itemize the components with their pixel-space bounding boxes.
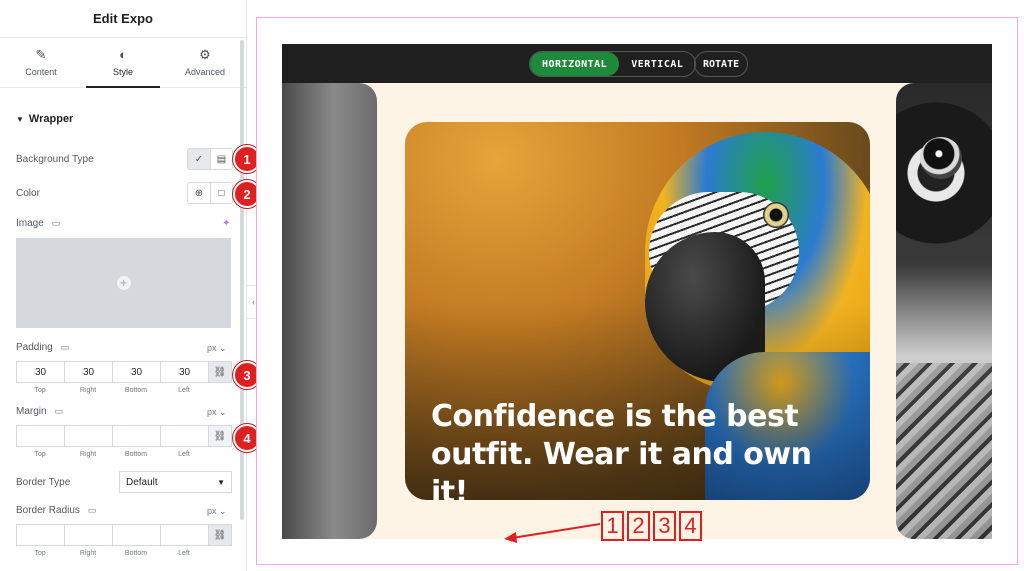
horizontal-button[interactable]: HORIZONTAL [530, 52, 620, 76]
margin-right-input[interactable] [64, 425, 112, 447]
padding-label: Padding ▭ [16, 342, 70, 353]
expo-widget: HORIZONTAL VERTICAL ROTATE Confidence is… [282, 44, 992, 539]
feathers-image [896, 363, 992, 539]
desktop-icon[interactable]: ▭ [52, 218, 61, 229]
color-label: Color [16, 188, 40, 199]
border-radius-inputs: Top Right Bottom Left ⛓ [16, 524, 232, 557]
background-type-control: ✓ ▤ [187, 148, 233, 170]
panel-title: Edit Expo [0, 0, 246, 38]
margin-link-icon[interactable]: ⛓ [208, 425, 232, 447]
tab-content[interactable]: ✎ Content [0, 38, 82, 87]
padding-bottom-input[interactable]: 30 [112, 361, 160, 383]
panel-tabs: ✎ Content ◐ Style ⚙ Advanced [0, 38, 246, 88]
annotation-number-4: 4 [679, 511, 702, 541]
prev-slide-image[interactable] [282, 83, 377, 539]
padding-inputs: 30 Top 30 Right 30 Bottom 30 Left ⛓ [16, 361, 232, 394]
radius-right-input[interactable] [64, 524, 112, 546]
border-type-label: Border Type [16, 477, 71, 488]
annotation-number-3: 3 [653, 511, 676, 541]
editor-panel: Edit Expo ✎ Content ◐ Style ⚙ Advanced ▼… [0, 0, 247, 571]
expo-toolbar: HORIZONTAL VERTICAL ROTATE [282, 44, 992, 83]
padding-right-input[interactable]: 30 [64, 361, 112, 383]
color-swatch[interactable]: □ [210, 183, 232, 203]
annotation-number-1: 1 [601, 511, 624, 541]
padding-unit-select[interactable]: px ⌄ [207, 343, 227, 354]
chevron-down-icon: ▼ [217, 477, 225, 487]
parrot-eye-image [763, 202, 789, 228]
margin-bottom-input[interactable] [112, 425, 160, 447]
border-type-select[interactable]: Default ▼ [119, 471, 232, 493]
active-slide-card[interactable]: Confidence is the best outfit. Wear it a… [405, 122, 870, 500]
gear-icon: ⚙ [199, 47, 211, 62]
padding-top-input[interactable]: 30 [16, 361, 64, 383]
tab-style-label: Style [112, 67, 133, 77]
desktop-icon[interactable]: ▭ [88, 505, 97, 516]
border-radius-unit-select[interactable]: px ⌄ [207, 506, 227, 517]
radius-link-icon[interactable]: ⛓ [208, 524, 232, 546]
desktop-icon[interactable]: ▭ [55, 406, 64, 417]
plus-icon: + [116, 276, 131, 290]
image-label: Image ▭ [16, 218, 61, 229]
border-radius-label: Border Radius ▭ [16, 505, 97, 516]
margin-inputs: Top Right Bottom Left ⛓ [16, 425, 232, 458]
section-wrapper-title: Wrapper [28, 113, 74, 125]
color-control: ⊕ □ [187, 182, 233, 204]
padding-link-icon[interactable]: ⛓ [208, 361, 232, 383]
ai-sparkle-icon[interactable]: ✦ [222, 218, 230, 229]
tab-advanced[interactable]: ⚙ Advanced [164, 38, 246, 87]
half-circle-icon: ◐ [119, 47, 127, 62]
rotate-button[interactable]: ROTATE [694, 51, 749, 77]
tab-style[interactable]: ◐ Style [82, 38, 164, 88]
margin-left-input[interactable] [160, 425, 208, 447]
caret-down-icon: ▼ [16, 114, 24, 124]
radius-bottom-input[interactable] [112, 524, 160, 546]
margin-label: Margin ▭ [16, 406, 64, 417]
globe-icon[interactable]: ⊕ [188, 183, 210, 203]
orientation-toggle: HORIZONTAL VERTICAL [529, 51, 697, 77]
gradient-icon[interactable]: ▤ [210, 149, 232, 169]
parrot-eye-image [920, 137, 962, 179]
tab-content-label: Content [25, 67, 57, 77]
brush-icon[interactable]: ✓ [188, 149, 210, 169]
image-picker[interactable]: + [16, 238, 231, 328]
annotation-number-2: 2 [627, 511, 650, 541]
vertical-button[interactable]: VERTICAL [619, 52, 695, 76]
slide-quote: Confidence is the best outfit. Wear it a… [431, 399, 812, 500]
radius-top-input[interactable] [16, 524, 64, 546]
background-type-label: Background Type [16, 154, 94, 165]
desktop-icon[interactable]: ▭ [61, 342, 70, 353]
next-slide-image[interactable] [896, 83, 992, 539]
annotation-arrow [504, 523, 601, 543]
tab-advanced-label: Advanced [184, 67, 226, 77]
section-wrapper-toggle[interactable]: ▼ Wrapper [16, 113, 73, 125]
margin-top-input[interactable] [16, 425, 64, 447]
padding-left-input[interactable]: 30 [160, 361, 208, 383]
margin-unit-select[interactable]: px ⌄ [207, 407, 227, 418]
radius-left-input[interactable] [160, 524, 208, 546]
pencil-icon: ✎ [35, 47, 47, 62]
annotation-numbers: 1 2 3 4 [601, 511, 702, 541]
